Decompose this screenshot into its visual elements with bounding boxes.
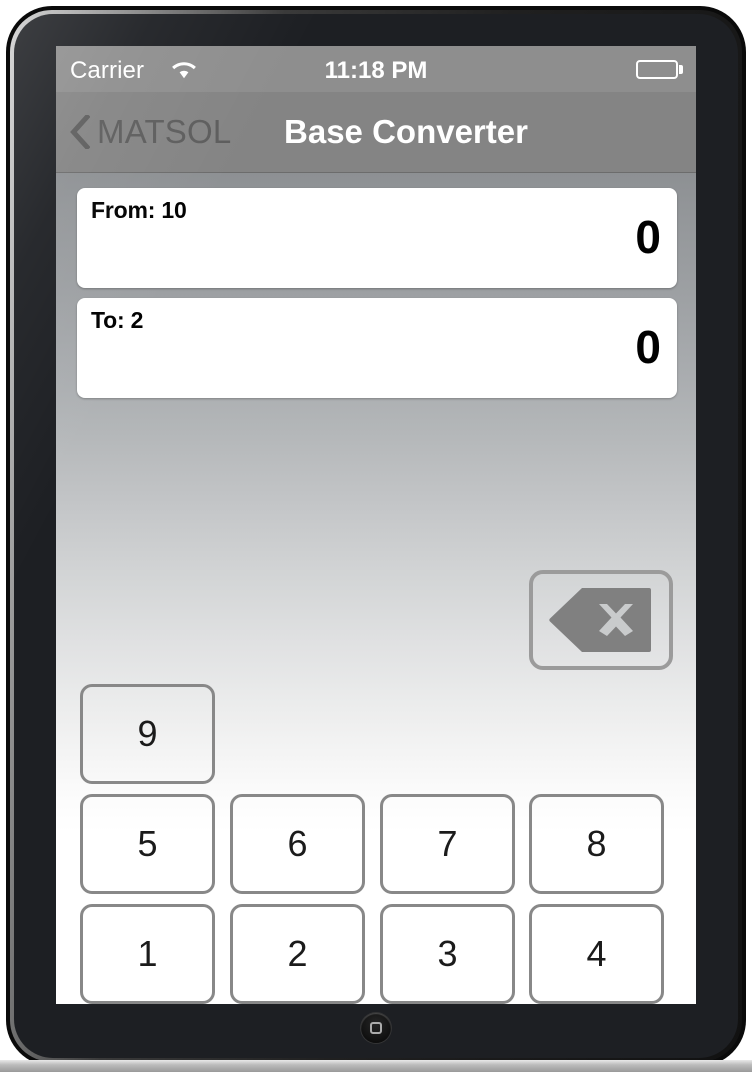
key-7[interactable]: 7 [380,794,515,894]
display-panel-from[interactable]: From: 10 0 [77,188,677,288]
key-3[interactable]: 3 [380,904,515,1004]
key-6[interactable]: 6 [230,794,365,894]
display-panel-to[interactable]: To: 2 0 [77,298,677,398]
key-5[interactable]: 5 [80,794,215,894]
display-value-from: 0 [635,211,661,263]
battery-full-icon [636,60,678,79]
display-label-from: From: 10 [91,197,187,223]
key-9[interactable]: 9 [80,684,215,784]
page-title: Base Converter [284,113,528,150]
backspace-delete-icon [549,588,653,657]
navigation-bar: MATSOL Base Converter [56,92,696,173]
key-4[interactable]: 4 [529,904,664,1004]
device-screen: Carrier 11:18 PM MATSOL Base Converter F… [56,46,696,1004]
battery-nub-icon [679,65,683,74]
device-frame: Carrier 11:18 PM MATSOL Base Converter F… [0,0,752,1072]
status-bar: Carrier 11:18 PM [56,46,696,92]
home-button[interactable] [361,1013,391,1043]
status-clock: 11:18 PM [324,57,428,84]
display-value-to: 0 [635,321,661,373]
backspace-key[interactable] [529,570,673,670]
key-2[interactable]: 2 [230,904,365,1004]
surface-strip [0,1060,752,1072]
main-content: From: 10 0 To: 2 0 9 5 6 7 8 1 2 3 4 [56,173,696,1004]
home-square-icon [370,1022,382,1034]
display-label-to: To: 2 [91,307,144,333]
key-1[interactable]: 1 [80,904,215,1004]
key-8[interactable]: 8 [529,794,664,894]
